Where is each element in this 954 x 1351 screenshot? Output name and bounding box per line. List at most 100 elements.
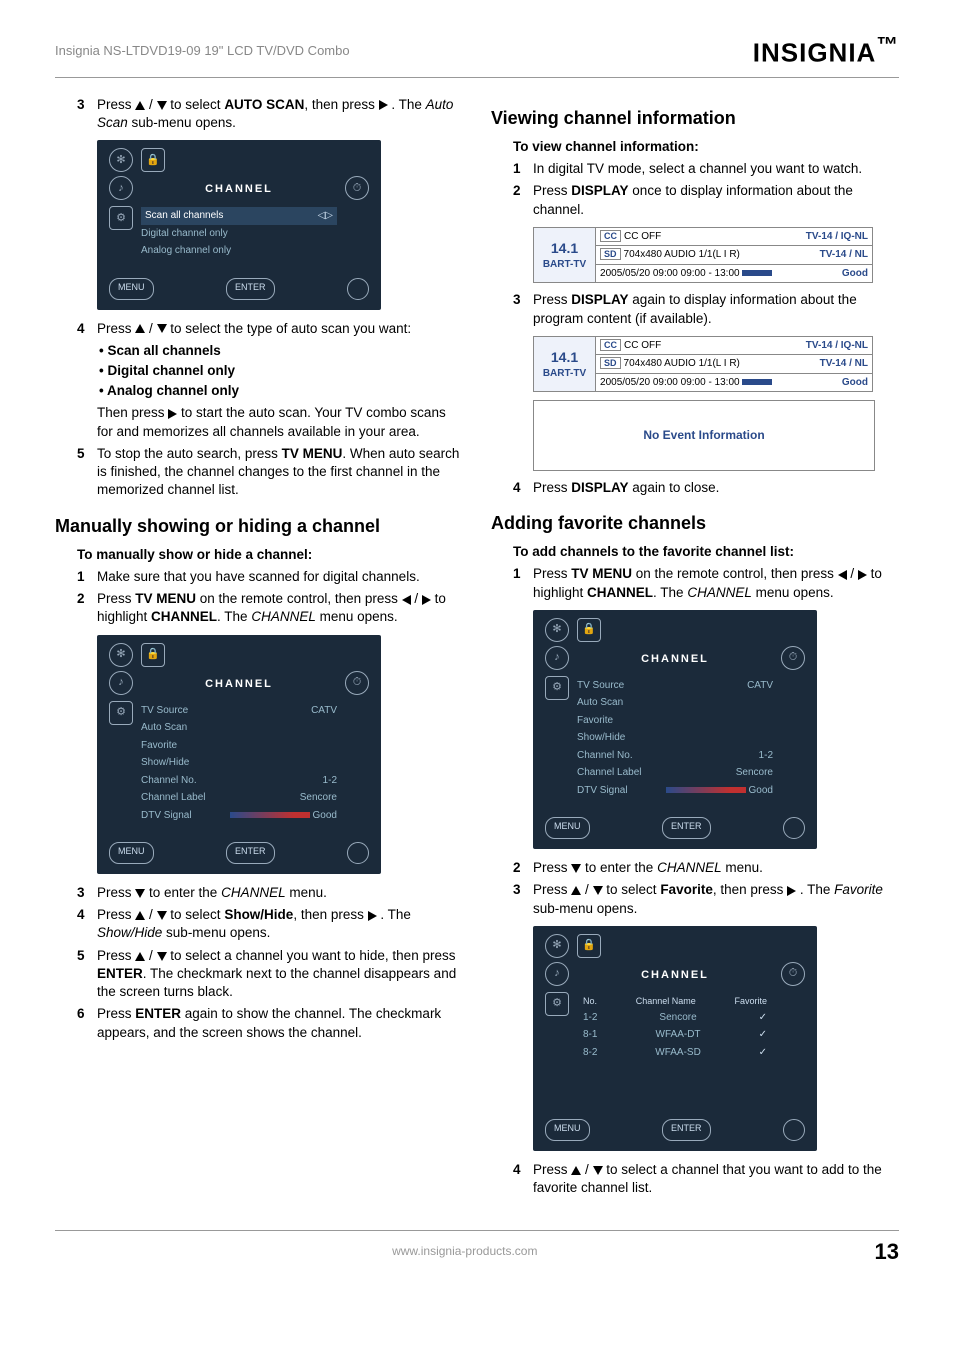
step-text: In digital TV mode, select a channel you… [533, 160, 899, 178]
scan-options: Scan all channels Digital channel only A… [99, 342, 463, 401]
picture-icon: ✻ [545, 934, 569, 958]
step-num: 4 [77, 906, 97, 942]
step-text: Press / to select Favorite, then press .… [533, 881, 899, 917]
sub-heading: To add channels to the favorite channel … [513, 543, 899, 561]
right-icon [422, 595, 431, 605]
step-num: 1 [513, 565, 533, 601]
bullet: Scan all channels [99, 342, 463, 360]
step-a1: 1 Make sure that you have scanned for di… [77, 568, 463, 586]
menu-button: MENU [109, 842, 154, 864]
step-text: Press DISPLAY once to display informatio… [533, 182, 899, 218]
setup-icon: ⚙ [545, 992, 569, 1016]
right-icon [379, 100, 388, 110]
bullet: Digital channel only [99, 362, 463, 380]
osd-row: Channel LabelSencore [577, 764, 773, 782]
step-text: Press / to select a channel that you wan… [533, 1161, 899, 1197]
step-num: 3 [513, 291, 533, 327]
setup-icon: ⚙ [109, 701, 133, 725]
step-text: Press to enter the CHANNEL menu. [97, 884, 463, 902]
step-3: 3 Press / to select AUTO SCAN, then pres… [77, 96, 463, 132]
sub-heading: To view channel information: [513, 138, 899, 156]
time-icon: ⏱ [345, 176, 369, 200]
step-b2: 2 Press DISPLAY once to display informat… [513, 182, 899, 218]
osd-row: DTV Signal Good [577, 782, 773, 800]
section-manual-showhide: Manually showing or hiding a channel [55, 514, 463, 538]
step-text: To stop the auto search, press TV MENU. … [97, 445, 463, 500]
parental-icon: 🔒 [577, 618, 601, 642]
audio-icon: ♪ [109, 671, 133, 695]
menu-button: MENU [545, 817, 590, 839]
bullet: Analog channel only [99, 382, 463, 400]
content-columns: 3 Press / to select AUTO SCAN, then pres… [55, 92, 899, 1202]
time-icon: ⏱ [781, 646, 805, 670]
picture-icon: ✻ [109, 148, 133, 172]
step-c1: 1 Press TV MENU on the remote control, t… [513, 565, 899, 601]
down-icon [157, 911, 167, 920]
step-num: 1 [77, 568, 97, 586]
audio-icon: ♪ [545, 646, 569, 670]
osd-title: CHANNEL [577, 652, 773, 667]
osd-title: CHANNEL [577, 968, 773, 983]
step-num: 3 [77, 884, 97, 902]
osd-row: DTV Signal Good [141, 807, 337, 825]
fav-row: 8-2WFAA-SD✓ [577, 1044, 773, 1062]
step-num: 4 [77, 320, 97, 338]
osd-row: Show/Hide [141, 754, 337, 772]
step-a3: 3 Press to enter the CHANNEL menu. [77, 884, 463, 902]
osd-row: Channel No.1-2 [577, 747, 773, 765]
up-icon [135, 101, 145, 110]
step-num: 3 [513, 881, 533, 917]
osd-row: Auto Scan [577, 694, 773, 712]
step-text: Make sure that you have scanned for digi… [97, 568, 463, 586]
step-a4: 4 Press / to select Show/Hide, then pres… [77, 906, 463, 942]
page-number: 13 [875, 1237, 899, 1267]
enter-button: ENTER [226, 842, 275, 864]
step-b1: 1 In digital TV mode, select a channel y… [513, 160, 899, 178]
step-text: Press TV MENU on the remote control, the… [97, 590, 463, 626]
dpad-icon [347, 278, 369, 300]
down-icon [157, 324, 167, 333]
right-icon [787, 886, 796, 896]
step-num: 6 [77, 1005, 97, 1041]
picture-icon: ✻ [545, 618, 569, 642]
step-text: Press ENTER again to show the channel. T… [97, 1005, 463, 1041]
audio-icon: ♪ [545, 962, 569, 986]
left-icon [402, 595, 411, 605]
left-column: 3 Press / to select AUTO SCAN, then pres… [55, 92, 463, 1202]
fav-row: 8-1WFAA-DT✓ [577, 1026, 773, 1044]
step-text: Press TV MENU on the remote control, the… [533, 565, 899, 601]
osd-row: Show/Hide [577, 729, 773, 747]
fav-row: 1-2Sencore✓ [577, 1009, 773, 1027]
osd-autoscan: ✻ 🔒 ♪ ⚙ CHANNEL Scan all channels◁▷ Digi… [97, 140, 381, 309]
right-icon [168, 409, 177, 419]
osd-favorite: ✻🔒 ♪⚙ CHANNEL No.Channel NameFavorite 1-… [533, 926, 817, 1151]
osd-row: Channel LabelSencore [141, 789, 337, 807]
right-column: Viewing channel information To view chan… [491, 92, 899, 1202]
channel-id: 14.1BART-TV [534, 227, 596, 283]
up-icon [135, 911, 145, 920]
channel-id: 14.1BART-TV [534, 336, 596, 392]
picture-icon: ✻ [109, 643, 133, 667]
page-header: Insignia NS-LTDVD19-09 19" LCD TV/DVD Co… [55, 30, 899, 78]
step-a5: 5 Press / to select a channel you want t… [77, 947, 463, 1002]
section-view-info: Viewing channel information [491, 106, 899, 130]
down-icon [157, 101, 167, 110]
setup-icon: ⚙ [109, 206, 133, 230]
step-text: Press / to select AUTO SCAN, then press … [97, 96, 463, 132]
right-icon [858, 570, 867, 580]
osd-row: Favorite [141, 737, 337, 755]
section-favorites: Adding favorite channels [491, 511, 899, 535]
osd-channel-menu: ✻ 🔒 ♪ ⚙ CHANNEL TV SourceCATV Auto Scan … [97, 635, 381, 874]
osd-row: Scan all channels◁▷ [141, 207, 337, 225]
step-num: 5 [77, 445, 97, 500]
osd-row: Channel No.1-2 [141, 772, 337, 790]
parental-icon: 🔒 [141, 643, 165, 667]
setup-icon: ⚙ [545, 676, 569, 700]
osd-channel-menu-2: ✻🔒 ♪⚙ CHANNEL TV SourceCATV Auto Scan Fa… [533, 610, 817, 849]
step-num: 3 [77, 96, 97, 132]
osd-row: Favorite [577, 712, 773, 730]
step-text: Press DISPLAY again to close. [533, 479, 899, 497]
step-b3: 3 Press DISPLAY again to display informa… [513, 291, 899, 327]
menu-button: MENU [545, 1119, 590, 1141]
step-text: Press / to select a channel you want to … [97, 947, 463, 1002]
